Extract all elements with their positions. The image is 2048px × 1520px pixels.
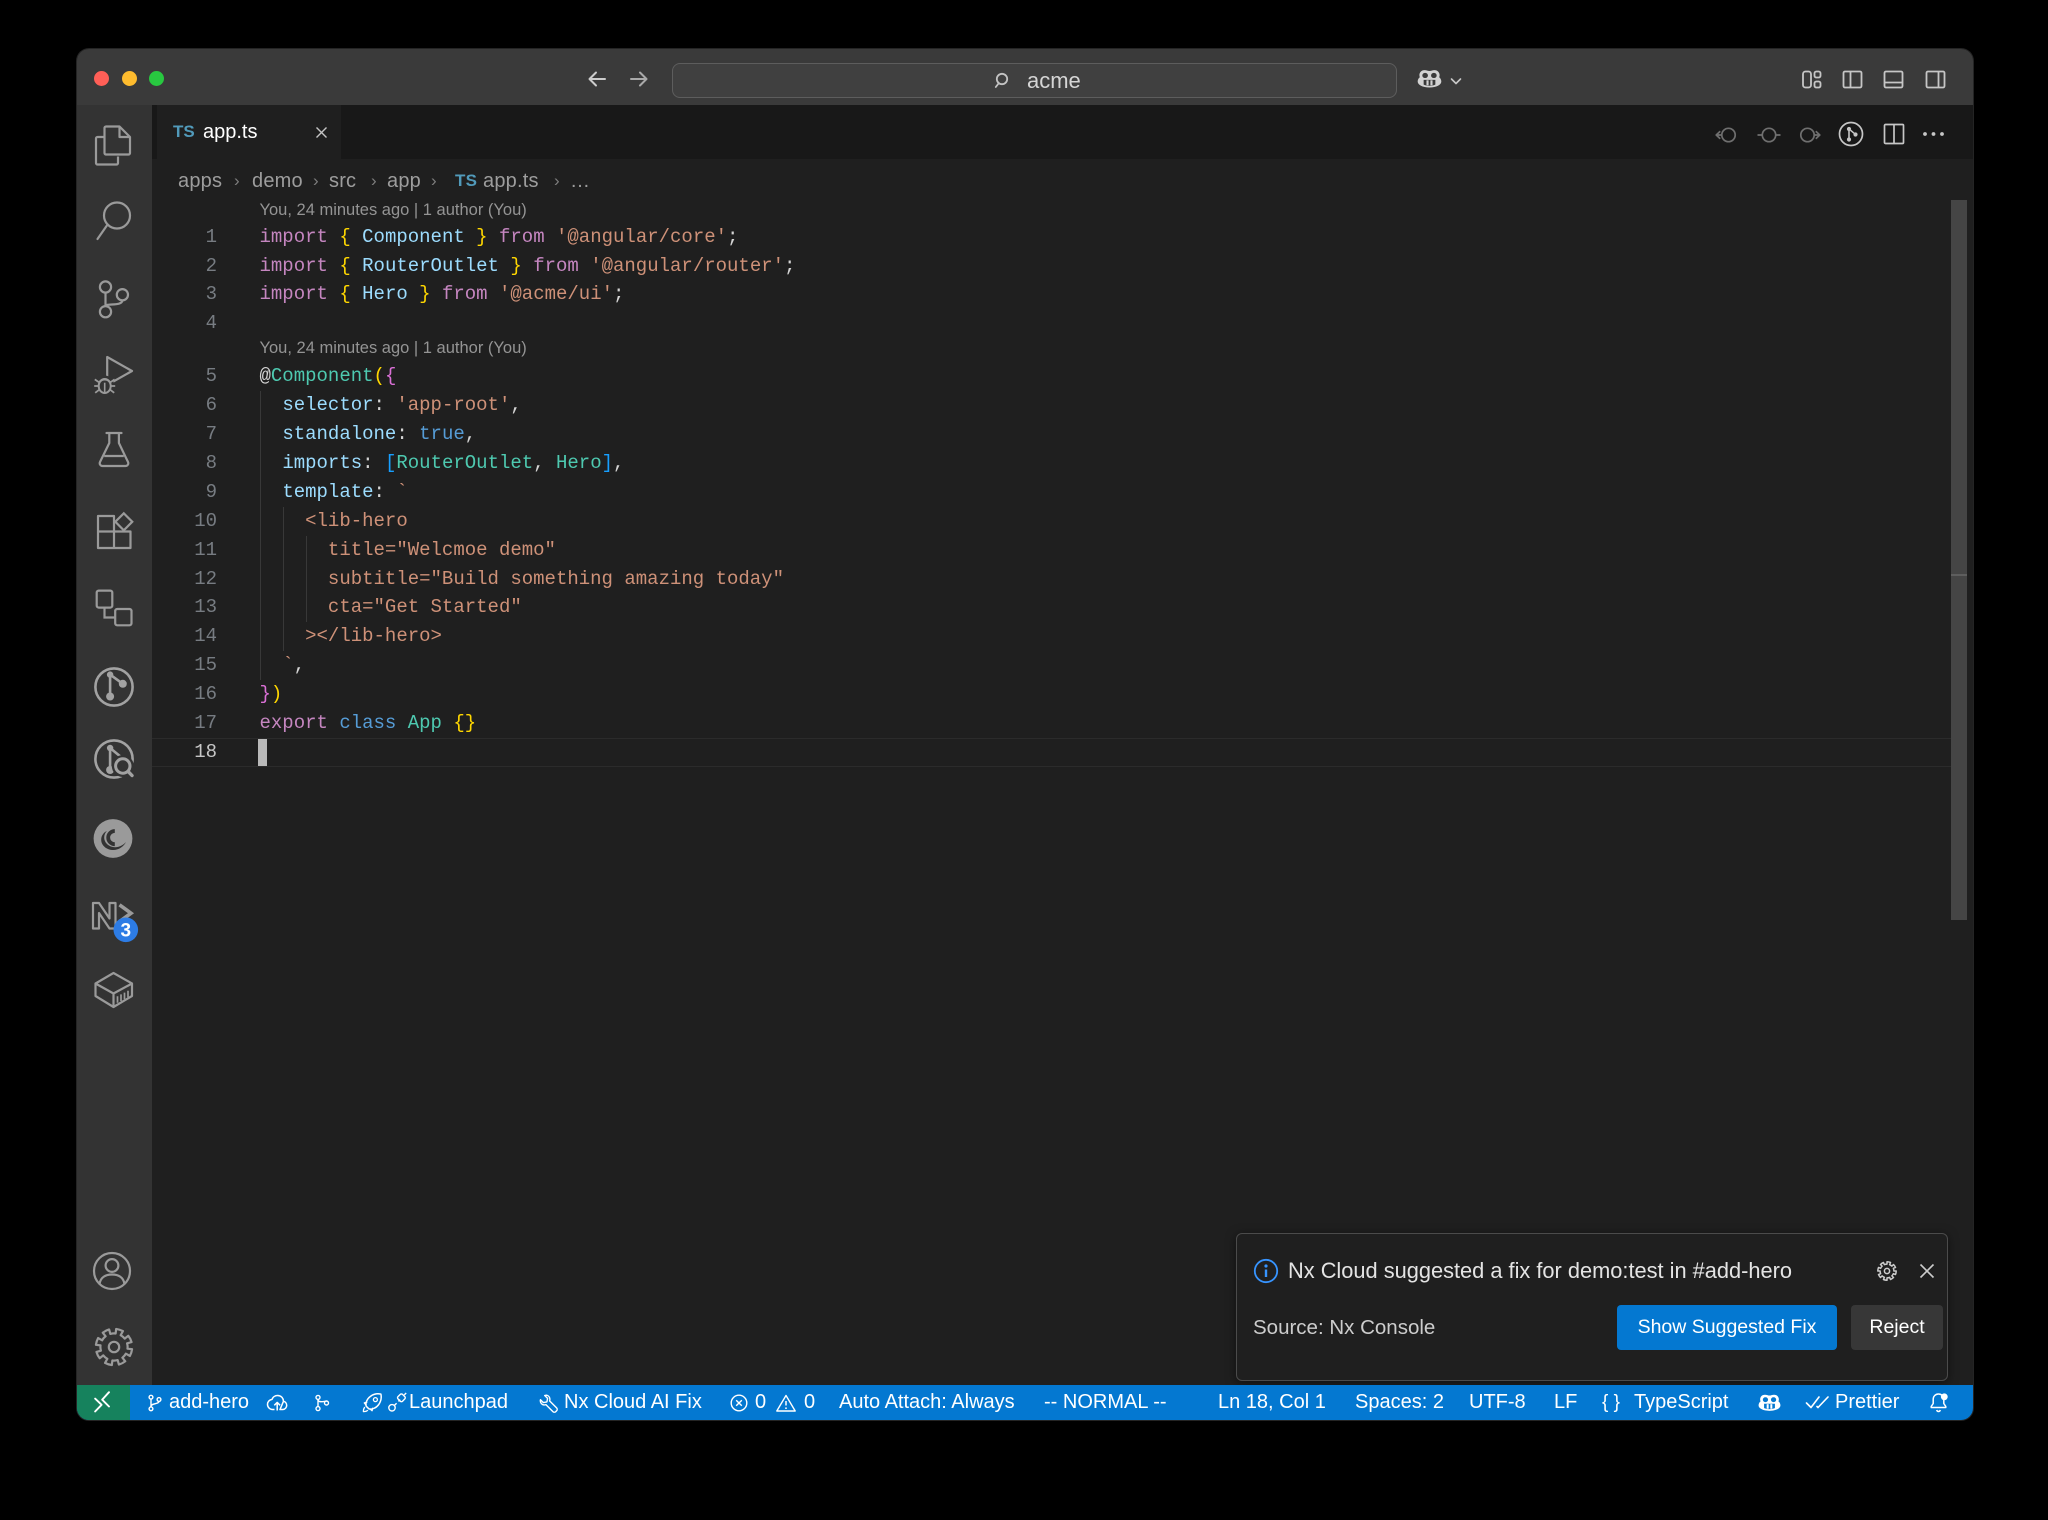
- svg-text:3: 3: [121, 921, 132, 942]
